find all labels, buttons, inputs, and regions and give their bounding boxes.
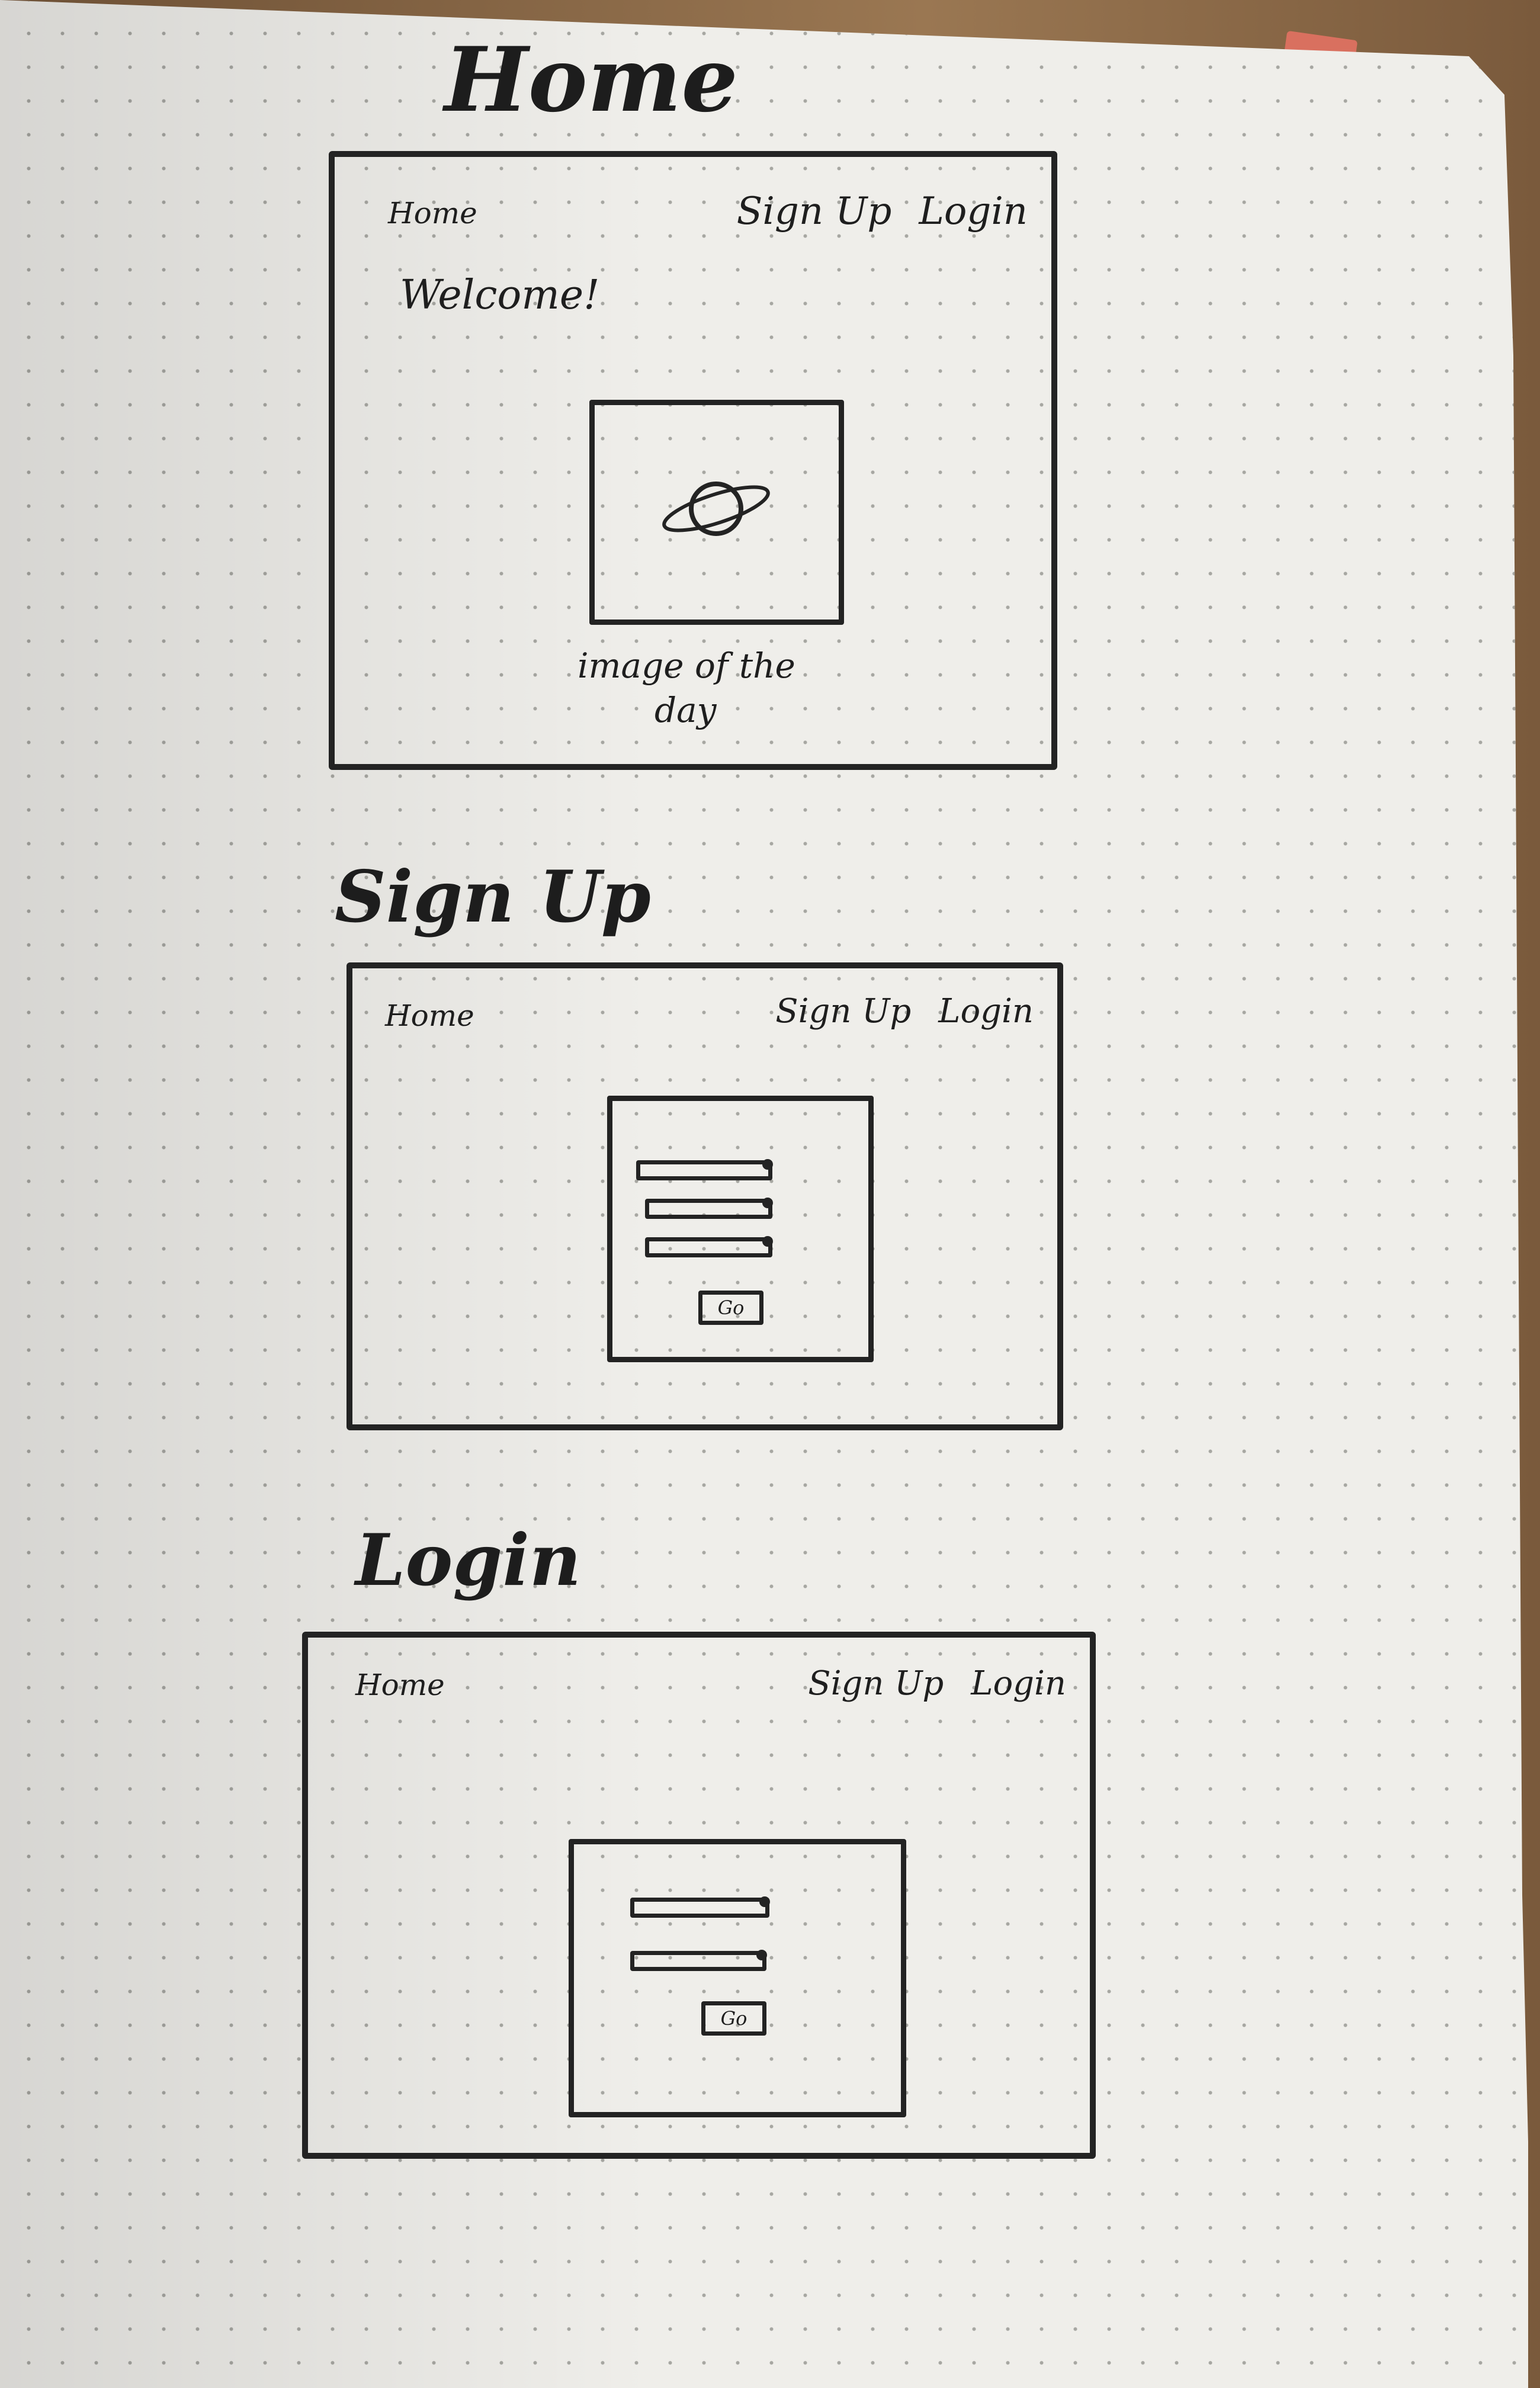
- nav-login-link[interactable]: Login: [971, 1667, 1066, 1700]
- login-heading: Login: [355, 1519, 582, 1602]
- nav-home-link[interactable]: Home: [388, 198, 477, 228]
- welcome-text: Welcome!: [400, 272, 600, 319]
- signup-field-2[interactable]: [645, 1198, 773, 1219]
- image-of-the-day-box: [589, 400, 844, 625]
- nav-login-link[interactable]: Login: [919, 192, 1028, 230]
- image-caption-line1: image of the: [578, 646, 795, 686]
- login-username-field[interactable]: [630, 1896, 770, 1918]
- login-wireframe-frame: Home Sign Up Login Go: [302, 1632, 1096, 2159]
- login-password-field[interactable]: [630, 1950, 767, 1971]
- nav-login-link[interactable]: Login: [938, 995, 1034, 1028]
- notebook-page: Home Home Sign Up Login Welcome! image o…: [0, 0, 1528, 2388]
- nav-auth-links: Sign Up Login: [808, 1667, 1066, 1700]
- signup-wireframe-frame: Home Sign Up Login Go: [346, 962, 1063, 1430]
- signup-form-box: Go: [607, 1096, 874, 1362]
- home-wireframe-frame: Home Sign Up Login Welcome! image of the…: [329, 151, 1057, 770]
- signup-go-button[interactable]: Go: [698, 1291, 763, 1325]
- nav-signup-link[interactable]: Sign Up: [808, 1667, 944, 1700]
- login-form-box: Go: [569, 1839, 906, 2117]
- image-caption-line2: day: [654, 690, 717, 730]
- nav-home-link[interactable]: Home: [385, 1001, 474, 1031]
- signup-heading: Sign Up: [335, 855, 651, 939]
- home-heading: Home: [444, 28, 738, 132]
- signup-field-1[interactable]: [636, 1159, 773, 1180]
- nav-signup-link[interactable]: Sign Up: [775, 995, 911, 1028]
- nav-signup-link[interactable]: Sign Up: [737, 192, 892, 230]
- login-go-button[interactable]: Go: [701, 2001, 766, 2036]
- signup-field-3[interactable]: [645, 1236, 773, 1257]
- nav-auth-links: Sign Up Login: [737, 192, 1028, 230]
- nav-home-link[interactable]: Home: [355, 1670, 445, 1700]
- planet-icon: [662, 482, 770, 536]
- nav-auth-links: Sign Up Login: [775, 995, 1034, 1028]
